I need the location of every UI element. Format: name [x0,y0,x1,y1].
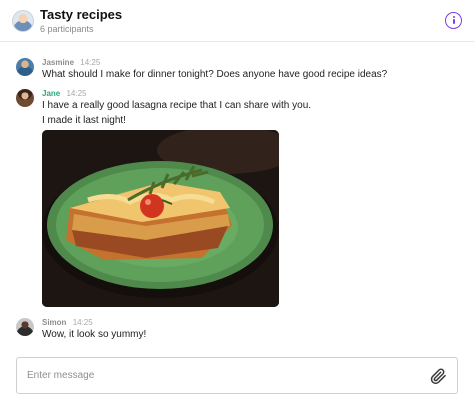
group-avatar[interactable] [12,10,34,32]
chat-title: Tasty recipes [40,7,123,22]
avatar-jasmine[interactable] [16,58,34,76]
info-icon[interactable] [445,12,462,29]
author-name[interactable]: Jane [42,89,60,98]
message-time: 14:25 [72,318,93,327]
avatar-simon[interactable] [16,318,34,336]
message-input[interactable] [17,358,417,393]
avatar-jane[interactable] [16,89,34,107]
message-text: Wow, it look so yummy! [42,329,147,340]
paperclip-icon[interactable] [429,367,447,385]
message-time: 14:25 [66,89,87,98]
message-time: 14:25 [80,58,101,67]
message-text: I made it last night! [42,115,126,126]
author-name[interactable]: Jasmine [42,58,74,67]
chat-window: Tasty recipes 6 participants Jasmine 14:… [0,0,474,410]
message-meta: Simon 14:25 [42,318,93,327]
lasagna-image [42,130,279,307]
lasagna-photo[interactable] [42,130,279,307]
message-text: I have a really good lasagna recipe that… [42,100,312,111]
message-meta: Jasmine 14:25 [42,58,100,67]
message-composer [16,357,458,394]
participants-count[interactable]: 6 participants [40,24,94,34]
message-meta: Jane 14:25 [42,89,87,98]
message-text: What should I make for dinner tonight? D… [42,69,388,80]
chat-header: Tasty recipes 6 participants [0,0,474,42]
author-name[interactable]: Simon [42,318,66,327]
